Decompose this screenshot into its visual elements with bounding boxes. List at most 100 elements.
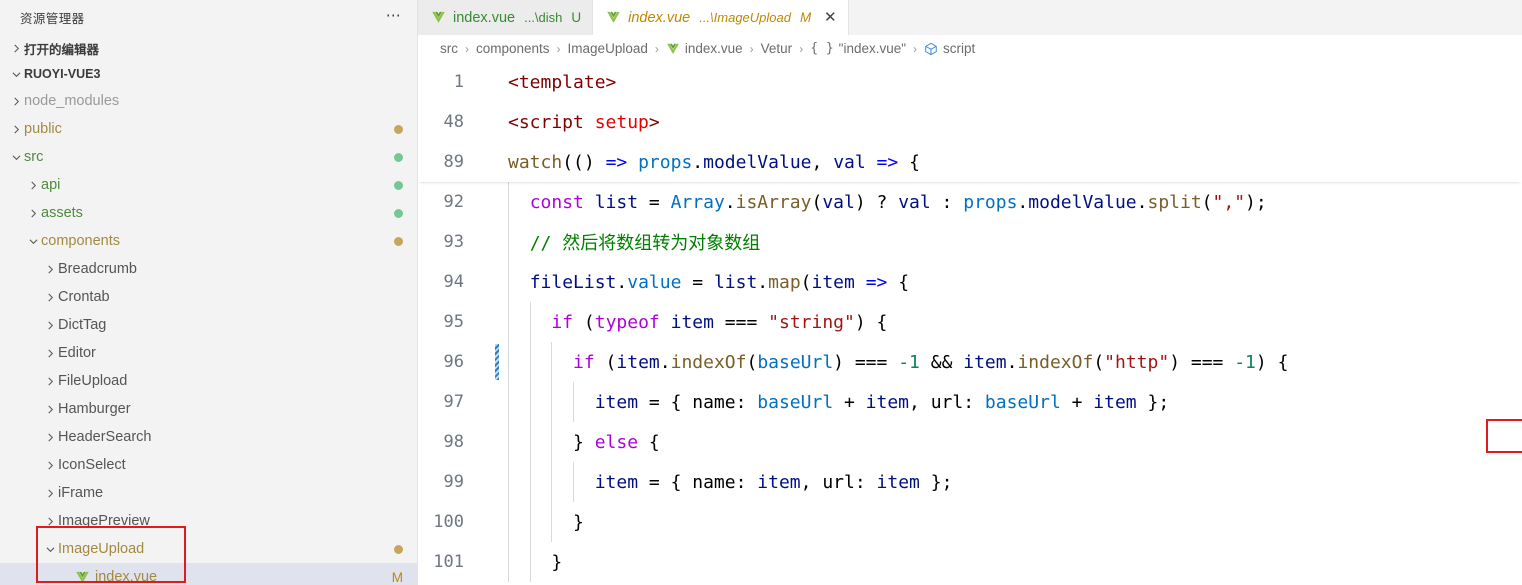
sticky-code-line[interactable]: 89 watch(() => props.modelValue, val => { bbox=[418, 142, 1522, 182]
tree-item-api[interactable]: api bbox=[0, 171, 417, 199]
tree-item-dicttag[interactable]: DictTag bbox=[0, 311, 417, 339]
line-gutter bbox=[486, 302, 508, 342]
code-line[interactable]: 92 const list = Array.isArray(val) ? val… bbox=[418, 182, 1522, 222]
code-token: === bbox=[713, 311, 769, 333]
code-token: props bbox=[638, 151, 693, 173]
tree-item-crontab[interactable]: Crontab bbox=[0, 283, 417, 311]
code-token: (( bbox=[562, 151, 584, 173]
tree-item-breadcrumb[interactable]: Breadcrumb bbox=[0, 255, 417, 283]
breadcrumb-item-index-vue[interactable]: index.vue bbox=[666, 41, 743, 56]
chevron-right-icon bbox=[42, 293, 58, 302]
sticky-code-line[interactable]: 48 <script setup> bbox=[418, 102, 1522, 142]
code-line[interactable]: 100 } bbox=[418, 502, 1522, 542]
project-root-section[interactable]: RUOYI-VUE3 bbox=[0, 61, 417, 87]
breadcrumb-item-src[interactable]: src bbox=[440, 41, 458, 56]
tree-item-label: api bbox=[41, 177, 61, 193]
code-token: , bbox=[909, 391, 931, 413]
code-token: -1 bbox=[898, 351, 920, 373]
breadcrumb-item-components[interactable]: components bbox=[476, 41, 550, 56]
code-token: isArray bbox=[735, 191, 812, 213]
code-line[interactable]: 97 item = { name: baseUrl + item, url: b… bbox=[418, 382, 1522, 422]
code-token: }; bbox=[919, 471, 953, 493]
tree-item-label: components bbox=[41, 233, 120, 249]
code-token: indexOf bbox=[1017, 351, 1094, 373]
tree-item-iframe[interactable]: iFrame bbox=[0, 479, 417, 507]
editor-area: index.vue ...\dish Uindex.vue ...\ImageUplo… bbox=[418, 0, 1522, 585]
code-token: <script bbox=[508, 111, 595, 133]
line-gutter bbox=[486, 382, 508, 422]
breadcrumb-item-imageupload[interactable]: ImageUpload bbox=[568, 41, 648, 56]
code-token: map bbox=[768, 271, 801, 293]
sticky-code-line[interactable]: 1 <template> bbox=[418, 62, 1522, 102]
git-status-dot-modified bbox=[394, 124, 403, 134]
code-line[interactable]: 95 if (typeof item === "string") { bbox=[418, 302, 1522, 342]
git-status-dot-new bbox=[394, 152, 403, 162]
editor-tab-1[interactable]: index.vue ...\dish U bbox=[418, 0, 594, 35]
code-token: ( bbox=[800, 271, 812, 293]
tree-item-label: node_modules bbox=[24, 93, 120, 109]
open-editors-section[interactable]: 打开的编辑器 bbox=[0, 35, 417, 61]
line-gutter bbox=[486, 262, 508, 302]
code-token: value bbox=[627, 271, 682, 293]
tree-item-headersearch[interactable]: HeaderSearch bbox=[0, 423, 417, 451]
tab-close-icon[interactable]: ✕ bbox=[823, 10, 837, 25]
code-text: item = { name: baseUrl + item, url: base… bbox=[508, 392, 1169, 413]
code-line[interactable]: 98 } else { bbox=[418, 422, 1522, 462]
code-token: : bbox=[854, 471, 877, 493]
tree-item-iconselect[interactable]: IconSelect bbox=[0, 451, 417, 479]
chevron-down-icon bbox=[42, 545, 58, 554]
tab-filename: index.vue bbox=[453, 9, 516, 26]
tab-path: ...\dish bbox=[524, 10, 563, 25]
git-status-badge-modified: M bbox=[391, 569, 403, 585]
tree-item-src[interactable]: src bbox=[0, 143, 417, 171]
code-token: = bbox=[681, 271, 714, 293]
editor-tab-2[interactable]: index.vue ...\ImageUpload M ✕ bbox=[593, 0, 850, 35]
code-token: . bbox=[1017, 191, 1029, 213]
code-line[interactable]: 96 if (item.indexOf(baseUrl) === -1 && i… bbox=[418, 342, 1522, 382]
chevron-right-icon bbox=[42, 489, 58, 498]
code-token: val bbox=[822, 191, 855, 213]
code-token: : bbox=[735, 391, 758, 413]
tree-item-index-vue[interactable]: index.vue M bbox=[0, 563, 417, 585]
code-text: watch(() => props.modelValue, val => { bbox=[508, 152, 920, 173]
code-text: } bbox=[508, 512, 584, 533]
breadcrumb-separator: › bbox=[654, 41, 659, 56]
code-token: if bbox=[573, 351, 595, 373]
breadcrumb-item-script[interactable]: script bbox=[924, 41, 975, 56]
tree-item-fileupload[interactable]: FileUpload bbox=[0, 367, 417, 395]
more-actions-icon[interactable]: ⋯ bbox=[383, 4, 405, 31]
code-line[interactable]: 99 item = { name: item, url: item }; bbox=[418, 462, 1522, 502]
code-line[interactable]: 101 } bbox=[418, 542, 1522, 582]
tree-item-imageupload[interactable]: ImageUpload bbox=[0, 535, 417, 563]
tree-item-assets[interactable]: assets bbox=[0, 199, 417, 227]
code-token: . bbox=[692, 151, 704, 173]
code-token: . bbox=[724, 191, 736, 213]
tree-item-label: ImageUpload bbox=[58, 541, 145, 557]
code-token: item bbox=[594, 391, 639, 413]
code-lines: 92 const list = Array.isArray(val) ? val… bbox=[418, 182, 1522, 582]
breadcrumb-item--index-vue-[interactable]: { } "index.vue" bbox=[810, 41, 906, 56]
explorer-sidebar: 资源管理器 ⋯ 打开的编辑器 RUOYI-VUE3 node_modulespu… bbox=[0, 0, 418, 585]
code-line[interactable]: 93 // 然后将数组转为对象数组 bbox=[418, 222, 1522, 262]
tree-item-public[interactable]: public bbox=[0, 115, 417, 143]
tree-item-hamburger[interactable]: Hamburger bbox=[0, 395, 417, 423]
tree-item-label: index.vue bbox=[95, 569, 158, 585]
code-text: fileList.value = list.map(item => { bbox=[508, 272, 909, 293]
tree-item-node-modules[interactable]: node_modules bbox=[0, 87, 417, 115]
breadcrumb-item-vetur[interactable]: Vetur bbox=[761, 41, 793, 56]
cube-icon bbox=[924, 42, 938, 56]
line-gutter bbox=[486, 462, 508, 502]
code-token: Array bbox=[670, 191, 725, 213]
chevron-right-icon bbox=[42, 405, 58, 414]
tree-item-components[interactable]: components bbox=[0, 227, 417, 255]
sticky-scroll-lines: 1 <template> 48 <script setup> 89 watch(() =>… bbox=[418, 62, 1522, 182]
tree-item-editor[interactable]: Editor bbox=[0, 339, 417, 367]
explorer-title: 资源管理器 bbox=[20, 12, 85, 26]
line-number: 98 bbox=[443, 432, 464, 452]
code-token: ); bbox=[1245, 191, 1267, 213]
code-line[interactable]: 94 fileList.value = list.map(item => { bbox=[418, 262, 1522, 302]
code-text: // 然后将数组转为对象数组 bbox=[508, 229, 761, 255]
chevron-right-icon bbox=[8, 97, 24, 106]
tree-item-imagepreview[interactable]: ImagePreview bbox=[0, 507, 417, 535]
